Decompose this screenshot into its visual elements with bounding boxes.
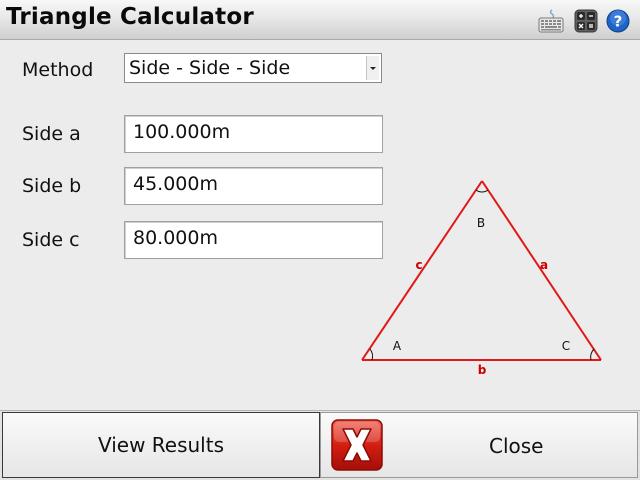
method-label: Method <box>22 59 94 81</box>
calculator-icon[interactable] <box>574 9 598 33</box>
side-label-c: c <box>415 258 422 272</box>
triangle-diagram: B A C c a b <box>361 180 602 377</box>
dropdown-arrow-icon[interactable] <box>366 56 379 80</box>
method-select[interactable]: Side - Side - Side <box>124 53 382 83</box>
title-bar: Triangle Calculator ? <box>0 0 640 40</box>
svg-text:?: ? <box>614 13 623 31</box>
help-icon[interactable]: ? <box>606 9 630 33</box>
window-title: Triangle Calculator <box>6 4 254 30</box>
close-label: Close <box>489 434 544 458</box>
side-b-label: Side b <box>22 175 82 197</box>
vertex-label-A: A <box>393 339 402 353</box>
angle-arc-B <box>475 189 489 193</box>
close-button[interactable]: Close <box>320 412 638 478</box>
vertex-label-C: C <box>562 339 570 353</box>
angle-arc-C <box>590 348 595 361</box>
view-results-label: View Results <box>97 433 225 457</box>
method-select-value: Side - Side - Side <box>129 57 291 79</box>
side-a-label: Side a <box>22 123 81 145</box>
keyboard-icon[interactable] <box>538 8 564 34</box>
side-c-label: Side c <box>22 229 80 251</box>
side-a-input[interactable]: 100.000m <box>124 115 383 153</box>
angle-arc-A <box>369 348 374 361</box>
side-label-b: b <box>478 363 487 377</box>
side-c-input[interactable]: 80.000m <box>124 221 383 259</box>
side-b-input[interactable]: 45.000m <box>124 167 383 205</box>
side-label-a: a <box>540 258 548 272</box>
view-results-button[interactable]: View Results <box>2 412 320 478</box>
triangle-edges <box>361 180 602 361</box>
close-icon <box>331 419 383 471</box>
vertex-label-B: B <box>477 216 485 230</box>
